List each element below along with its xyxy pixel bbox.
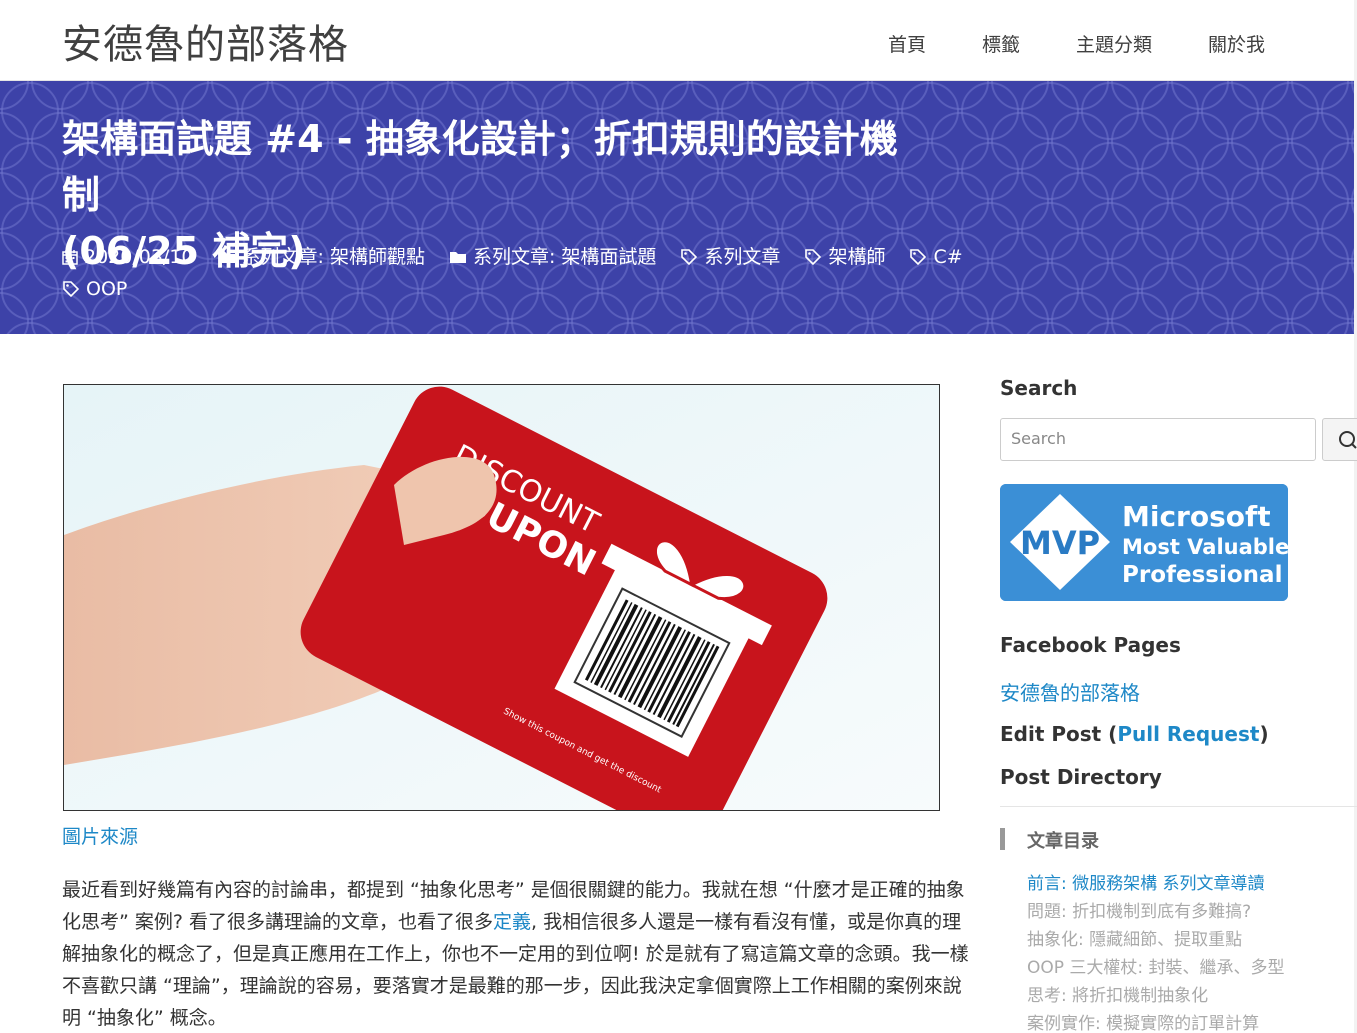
toc-item[interactable]: 案例實作: 模擬實際的訂單計算: [1027, 1010, 1347, 1033]
toc-title: 文章目录: [1027, 831, 1099, 852]
category-link[interactable]: 系列文章: 架構師觀點: [218, 241, 425, 273]
top-navbar: 安德魯的部落格 首頁 標籤 主題分類 關於我: [0, 0, 1357, 81]
post-header-banner: 架構面試題 #4 - 抽象化設計；折扣規則的設計機制 (06/25 補完) 20…: [0, 81, 1354, 334]
toc-accent-bar: [1000, 828, 1005, 850]
hero-image: DISCOUNT COUPON Show this coupon and get…: [63, 384, 940, 811]
toc-item[interactable]: 思考: 將折扣機制抽象化: [1027, 982, 1347, 1010]
post-meta: 2020/03/10 系列文章: 架構師觀點 系列文章: 架構面試題 系列文章: [62, 241, 1002, 305]
tag-link[interactable]: 系列文章: [680, 241, 780, 273]
tag-label: OOP: [86, 278, 128, 300]
edit-post-prefix: Edit Post (: [1000, 722, 1118, 746]
tag-link[interactable]: OOP: [62, 273, 127, 305]
nav-home[interactable]: 首頁: [888, 30, 926, 57]
site-brand[interactable]: 安德魯的部落格: [62, 12, 349, 70]
search-button[interactable]: [1322, 418, 1357, 461]
facebook-heading: Facebook Pages: [1000, 633, 1181, 657]
mvp-line2: Most Valuable: [1122, 535, 1288, 559]
toc-item[interactable]: 問題: 折扣機制到底有多難搞?: [1027, 898, 1347, 926]
nav-categories[interactable]: 主題分類: [1076, 30, 1152, 57]
category-link[interactable]: 系列文章: 架構面試題: [449, 241, 656, 273]
nav-about[interactable]: 關於我: [1208, 30, 1265, 57]
post-date-text: 2020/03/10: [84, 246, 194, 268]
discount-coupon-illustration: DISCOUNT COUPON Show this coupon and get…: [64, 385, 939, 810]
tag-link[interactable]: 架構師: [804, 241, 885, 273]
toc-item[interactable]: 前言: 微服務架構 系列文章導讀: [1027, 870, 1347, 898]
search-icon: [1339, 431, 1357, 449]
mvp-logo: MVP Microsoft Most Valuable Professional: [1000, 484, 1288, 601]
post-directory-heading: Post Directory: [1000, 765, 1162, 789]
facebook-page-link[interactable]: 安德魯的部落格: [1000, 677, 1140, 706]
tag-label: 系列文章: [704, 246, 781, 268]
toc-list: 前言: 微服務架構 系列文章導讀 問題: 折扣機制到底有多難搞? 抽象化: 隱藏…: [1027, 870, 1347, 1033]
edit-post-suffix: ): [1259, 722, 1269, 746]
mvp-line1: Microsoft: [1122, 500, 1271, 533]
folder-icon: [218, 252, 235, 263]
tag-label: C#: [933, 246, 963, 268]
post-date: 2020/03/10: [62, 241, 194, 273]
tag-icon: [63, 281, 80, 298]
edit-post: Edit Post (Pull Request): [1000, 722, 1269, 746]
mvp-line3: Professional: [1122, 562, 1282, 588]
tag-icon: [910, 249, 927, 266]
pull-request-link[interactable]: Pull Request: [1117, 722, 1259, 746]
category-label: 系列文章: 架構師觀點: [241, 246, 425, 268]
folder-icon: [449, 252, 466, 263]
category-label: 系列文章: 架構面試題: [472, 246, 657, 268]
mvp-badge[interactable]: MVP Microsoft Most Valuable Professional: [1000, 484, 1288, 601]
toc-item[interactable]: OOP 三大權杖: 封裝、繼承、多型: [1027, 954, 1347, 982]
tag-link[interactable]: C#: [909, 241, 963, 273]
main-nav: 首頁 標籤 主題分類 關於我: [860, 30, 1293, 57]
toc-item[interactable]: 抽象化: 隱藏細節、提取重點: [1027, 926, 1347, 954]
image-credit-link[interactable]: 圖片來源: [62, 822, 138, 849]
calendar-icon: [62, 250, 78, 265]
search-heading: Search: [1000, 376, 1078, 400]
post-title-line1: 架構面試題 #4 - 抽象化設計；折扣規則的設計機制: [62, 117, 898, 217]
nav-tags[interactable]: 標籤: [982, 30, 1020, 57]
intro-paragraph: 最近看到好幾篇有內容的討論串，都提到 “抽象化思考” 是個很關鍵的能力。我就在想…: [62, 874, 977, 1033]
tag-label: 架構師: [828, 246, 886, 268]
search-input[interactable]: Search: [1000, 418, 1316, 461]
tag-icon: [805, 249, 822, 266]
tag-icon: [681, 249, 698, 266]
mvp-mark: MVP: [1020, 524, 1100, 562]
definition-link[interactable]: 定義: [493, 911, 531, 933]
directory-divider: [1000, 806, 1357, 807]
